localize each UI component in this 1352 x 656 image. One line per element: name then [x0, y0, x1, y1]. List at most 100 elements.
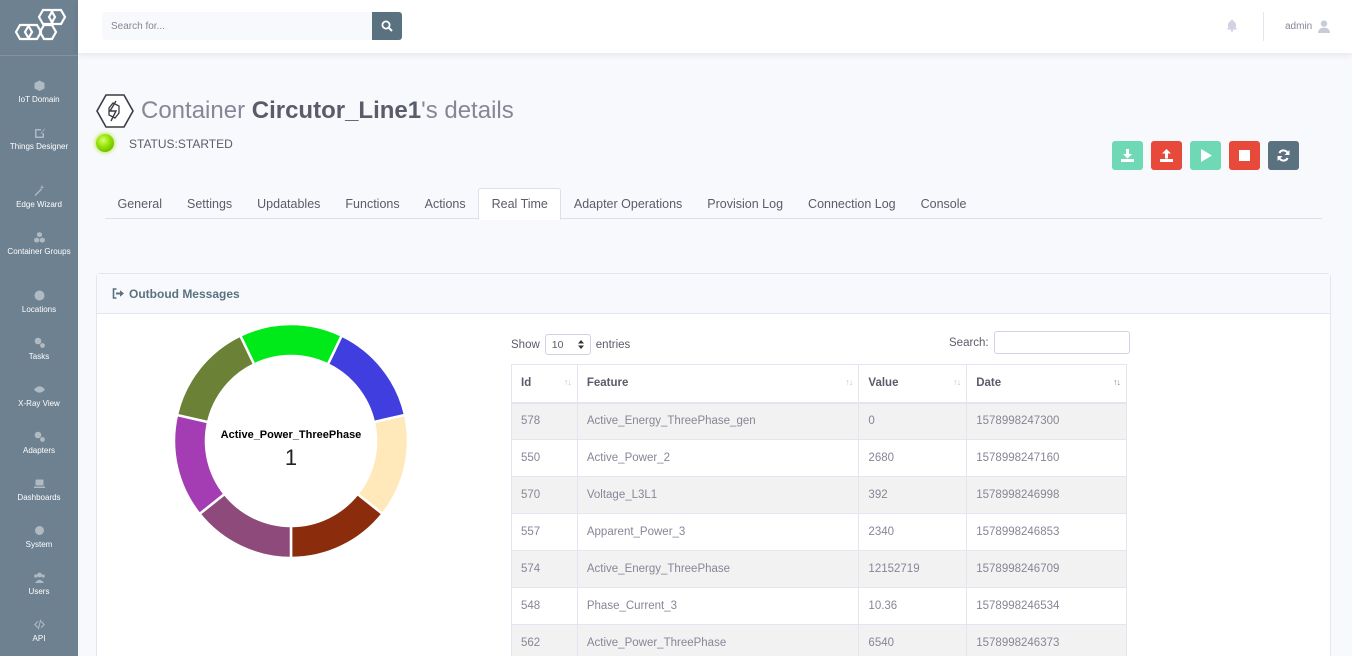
show-label: Show: [511, 338, 540, 351]
donut-segment[interactable]: [289, 492, 385, 560]
gear-icon: [34, 525, 45, 536]
messages-table: Id ↑↓ Feature ↑↓ Value ↑↓ Date ↑↓ 578 Active_Ene…: [511, 364, 1127, 656]
upload-button[interactable]: [1151, 141, 1182, 170]
table-cell-date: 1578998247300: [966, 402, 1127, 440]
sidebar-item-label: Tasks: [28, 352, 50, 361]
sidebar-item-label: Adapters: [22, 446, 56, 455]
sidebar-item-adapters[interactable]: Adapters: [0, 431, 78, 456]
user-menu[interactable]: admin: [1285, 20, 1331, 33]
download-icon: [1121, 149, 1134, 162]
table-cell-value: 12152719: [858, 550, 968, 588]
sort-icon: ↑↓: [563, 377, 572, 387]
table-row[interactable]: 550 Active_Power_2 2680 1578998247160: [511, 439, 1127, 477]
sidebar-item-api[interactable]: API: [0, 619, 78, 644]
tab-settings[interactable]: Settings: [174, 188, 244, 219]
topbar-divider: [1263, 12, 1264, 41]
donut-segment[interactable]: [326, 333, 407, 424]
table-cell-id: 570: [511, 476, 578, 514]
tab-real-time[interactable]: Real Time: [478, 188, 562, 220]
user-icon: [1318, 20, 1331, 33]
table-cell-id: 578: [511, 402, 578, 440]
table-cell-id: 550: [511, 439, 578, 477]
status-text: STATUS:STARTED: [129, 137, 233, 151]
detail-tabs: General Settings Updatables Functions Action…: [105, 188, 1322, 220]
tab-functions[interactable]: Functions: [333, 188, 412, 219]
cogs-icon: [34, 431, 45, 442]
user-name: admin: [1285, 21, 1313, 32]
sidebar: IoT Domain Things Designer Edge Wizard Cont…: [0, 0, 78, 656]
sidebar-item-tasks[interactable]: Tasks: [0, 337, 78, 362]
table-row[interactable]: 557 Apparent_Power_3 2340 1578998246853: [511, 513, 1127, 551]
table-search-label: Search:: [949, 336, 989, 349]
table-cell-id: 557: [511, 513, 578, 551]
logo[interactable]: [0, 0, 78, 56]
column-header-id[interactable]: Id ↑↓: [511, 364, 578, 404]
upload-icon: [1160, 149, 1173, 162]
tab-connection-log[interactable]: Connection Log: [796, 188, 909, 219]
sidebar-item-label: Container Groups: [7, 247, 71, 256]
column-header-feature[interactable]: Feature ↑↓: [576, 364, 860, 404]
column-header-value[interactable]: Value ↑↓: [858, 364, 968, 404]
start-button[interactable]: [1190, 141, 1221, 170]
entries-value: 10: [551, 338, 564, 351]
table-cell-date: 1578998246853: [966, 513, 1127, 551]
tab-updatables[interactable]: Updatables: [245, 188, 333, 219]
donut-center-value: 1: [284, 445, 298, 470]
refresh-button[interactable]: [1268, 141, 1299, 170]
table-cell-value: 2680: [858, 439, 968, 477]
table-row[interactable]: 574 Active_Energy_ThreePhase 12152719 15789…: [511, 550, 1127, 588]
entries-length-control: Show 10 entries: [511, 334, 630, 355]
topbar: admin: [78, 0, 1352, 53]
search-button[interactable]: [372, 12, 402, 40]
donut-segment[interactable]: [175, 333, 256, 424]
table-row[interactable]: 570 Voltage_L3L1 392 1578998246998: [511, 476, 1127, 514]
title-prefix: Container: [141, 97, 252, 124]
table-cell-value: 2340: [858, 513, 968, 551]
sidebar-item-iot-domain[interactable]: IoT Domain: [0, 80, 78, 105]
column-header-date[interactable]: Date ↑↓: [966, 364, 1127, 404]
card-title: Outboud Messages: [129, 286, 240, 301]
sidebar-item-edge-wizard[interactable]: Edge Wizard: [0, 185, 78, 210]
sidebar-item-users[interactable]: Users: [0, 572, 78, 597]
table-row[interactable]: 562 Active_Power_ThreePhase 6540 1578998246…: [511, 624, 1127, 656]
sidebar-item-x-ray-view[interactable]: X-Ray View: [0, 384, 78, 409]
sidebar-item-things-designer[interactable]: Things Designer: [0, 127, 78, 152]
sidebar-item-locations[interactable]: Locations: [0, 290, 78, 315]
table-cell-value: 10.36: [858, 587, 968, 625]
download-button[interactable]: [1112, 141, 1143, 170]
tab-actions[interactable]: Actions: [412, 188, 478, 219]
tab-console[interactable]: Console: [908, 188, 979, 219]
hexagon-logo-icon: [14, 8, 67, 40]
sidebar-item-label: System: [25, 540, 53, 549]
donut-segment[interactable]: [238, 323, 344, 367]
code-icon: [33, 619, 45, 630]
sidebar-item-label: API: [32, 634, 46, 643]
column-label: Value: [868, 377, 899, 390]
play-icon: [1200, 149, 1212, 162]
sidebar-item-dashboards[interactable]: Dashboards: [0, 478, 78, 503]
alerts-button[interactable]: [1226, 19, 1238, 37]
table-cell-value: 6540: [858, 624, 968, 656]
page-title: Container Circutor_Line1's details: [141, 97, 514, 125]
table-cell-feature: Active_Power_ThreePhase: [576, 624, 860, 656]
search-input[interactable]: [102, 12, 372, 40]
cogs-icon: [34, 337, 45, 348]
sort-icon: ↑↓: [845, 377, 853, 387]
tab-adapter-operations[interactable]: Adapter Operations: [561, 188, 694, 219]
wand-icon: [34, 185, 45, 196]
table-row[interactable]: 548 Phase_Current_3 10.36 1578998246534: [511, 587, 1127, 625]
sidebar-item-system[interactable]: System: [0, 525, 78, 550]
entries-select[interactable]: 10: [544, 334, 591, 355]
stop-icon: [1239, 150, 1250, 161]
tab-general[interactable]: General: [105, 188, 174, 219]
sidebar-item-label: Dashboards: [17, 493, 61, 502]
tab-provision-log[interactable]: Provision Log: [695, 188, 796, 219]
title-suffix: 's details: [421, 97, 514, 124]
table-cell-feature: Voltage_L3L1: [576, 476, 860, 514]
stop-button[interactable]: [1229, 141, 1260, 170]
users-icon: [33, 572, 45, 583]
table-row[interactable]: 578 Active_Energy_ThreePhase_gen 0 15789982…: [511, 402, 1127, 440]
table-cell-date: 1578998246373: [966, 624, 1127, 656]
table-search-input[interactable]: [993, 331, 1130, 354]
sidebar-item-container-groups[interactable]: Container Groups: [0, 232, 78, 257]
